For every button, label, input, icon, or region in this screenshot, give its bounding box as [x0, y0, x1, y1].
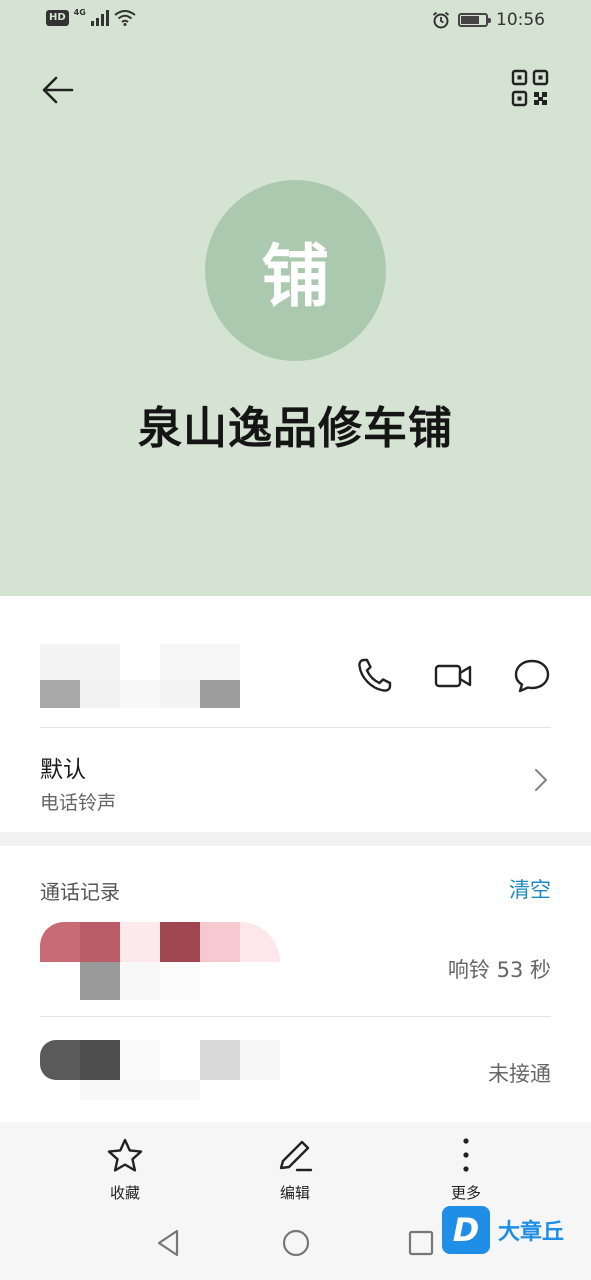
more-vertical-icon: [463, 1138, 469, 1172]
bottom-action-bar: 收藏 编辑 更多: [0, 1122, 591, 1280]
favorite-label: 收藏: [109, 1184, 140, 1202]
video-call-icon: [434, 664, 472, 688]
battery-icon: [458, 13, 491, 27]
phone-number-row[interactable]: [0, 620, 591, 728]
redacted-call-info: [40, 922, 280, 1000]
qr-code-icon: [511, 69, 549, 107]
edit-label: 编辑: [279, 1184, 310, 1202]
signal-icon: [90, 10, 109, 26]
back-button[interactable]: [36, 68, 80, 112]
ringtone-row[interactable]: 默认 电话铃声: [0, 728, 591, 832]
call-button[interactable]: [352, 654, 396, 698]
call-log-item[interactable]: 未接通: [0, 1022, 591, 1122]
hd-badge: HD: [46, 10, 69, 26]
nav-home-button[interactable]: [281, 1228, 311, 1258]
alarm-icon: [432, 11, 450, 29]
contact-name: 泉山逸品修车铺: [138, 403, 453, 454]
call-log-title: 通话记录: [40, 880, 120, 904]
divider: [40, 1016, 551, 1017]
section-divider: [0, 832, 591, 846]
redacted-call-info: [40, 1040, 280, 1100]
clear-call-log-button[interactable]: 清空: [509, 874, 551, 904]
avatar-initial: 铺: [261, 238, 330, 317]
nav-recents-button[interactable]: [406, 1228, 436, 1258]
star-icon: [107, 1138, 143, 1172]
battery-level: [461, 16, 479, 24]
watermark-logo-letter: D: [452, 1211, 480, 1249]
status-bar: HD 4G 10:56: [0, 0, 591, 44]
favorite-button[interactable]: 收藏: [70, 1136, 180, 1206]
message-button[interactable]: [510, 654, 554, 698]
arrow-left-icon: [42, 76, 74, 104]
ringtone-value: 默认: [40, 757, 86, 783]
watermark-logo: D: [442, 1206, 490, 1254]
pencil-icon: [279, 1140, 313, 1172]
contact-avatar: 铺: [205, 180, 386, 361]
call-status: 未接通: [488, 1062, 551, 1086]
status-right: 10:56: [432, 10, 545, 30]
watermark-text: 大章丘: [498, 1220, 565, 1245]
watermark: D 大章丘: [442, 1204, 588, 1256]
nav-back-button[interactable]: [154, 1228, 184, 1258]
more-button[interactable]: 更多: [411, 1136, 521, 1206]
edit-button[interactable]: 编辑: [240, 1136, 350, 1206]
chevron-right-icon: [534, 768, 548, 792]
wifi-icon: [114, 10, 136, 26]
call-status: 响铃 53 秒: [447, 958, 551, 982]
status-left: HD 4G: [46, 7, 136, 26]
phone-icon: [358, 658, 392, 692]
call-log-item[interactable]: 响铃 53 秒: [0, 918, 591, 1018]
message-icon: [514, 659, 550, 693]
video-call-button[interactable]: [431, 654, 475, 698]
redacted-phone-number: [40, 644, 240, 708]
clock-time: 10:56: [496, 10, 545, 30]
contact-header: HD 4G 10:56 铺 泉山逸品修车铺: [0, 0, 591, 596]
ringtone-label: 电话铃声: [40, 792, 117, 814]
network-type: 4G: [73, 7, 86, 17]
qr-code-button[interactable]: [510, 68, 554, 112]
more-label: 更多: [450, 1184, 481, 1202]
